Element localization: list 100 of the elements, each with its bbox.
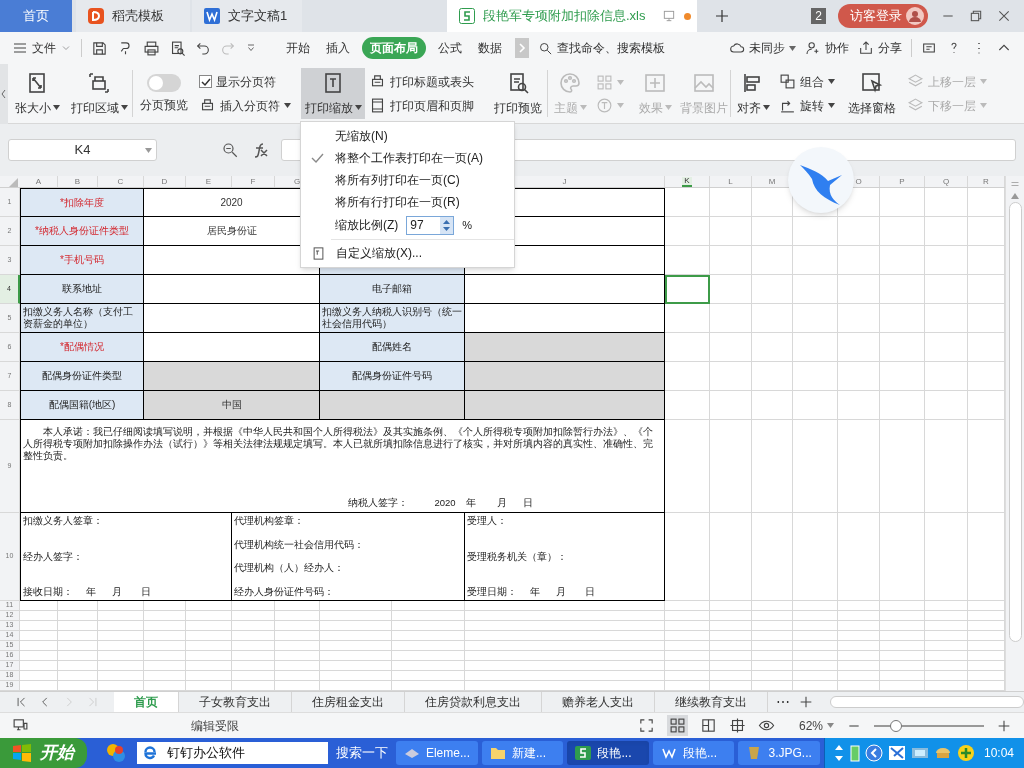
share-icon — [858, 40, 874, 56]
login-button[interactable]: 访客登录 — [838, 4, 928, 28]
ribbon-button[interactable]: 打印标题或表头 — [369, 72, 474, 91]
plus-badge-icon[interactable] — [956, 744, 975, 762]
quick-launch-icon[interactable] — [104, 742, 127, 764]
tab[interactable]: 稻壳模板 — [76, 0, 190, 32]
tab[interactable]: 文字文稿1 — [192, 0, 302, 32]
redo-icon[interactable] — [220, 40, 236, 56]
address-field[interactable]: 钉钉办公软件 — [136, 742, 328, 764]
add-sheet-icon[interactable] — [798, 694, 814, 710]
caret-icon — [617, 102, 624, 108]
caret-icon — [762, 105, 770, 110]
zoom-icon[interactable] — [221, 141, 239, 159]
ribbon-button[interactable]: 组合 — [779, 72, 835, 91]
selected-cell[interactable] — [665, 275, 710, 304]
ribbon-button[interactable]: 对齐 — [731, 68, 775, 119]
header-footer-icon — [369, 97, 386, 114]
column-header[interactable]: P — [897, 177, 907, 186]
ribbon-tab[interactable]: 插入 — [322, 39, 354, 57]
scale-spinner[interactable]: 97 — [406, 215, 455, 235]
scroll-up-arrow[interactable] — [1011, 193, 1019, 199]
tab[interactable]: 段艳军专项附加扣除信息.xls — [447, 0, 697, 32]
name-box[interactable]: K4 — [8, 139, 157, 161]
zoom-slider[interactable] — [874, 719, 984, 732]
print-icon[interactable] — [143, 39, 160, 57]
column-header[interactable]: B — [72, 177, 83, 186]
menu-icon[interactable] — [12, 40, 28, 56]
normal-view-button[interactable] — [666, 715, 688, 736]
form-label: 配偶国籍(地区) — [20, 391, 144, 420]
column-header[interactable]: L — [726, 177, 735, 186]
menu-item[interactable]: 将整个工作表打印在一页(A) — [301, 147, 514, 169]
column-header[interactable]: J — [560, 177, 569, 186]
ribbon-tab[interactable]: 开始 — [282, 39, 314, 57]
column-header[interactable]: M — [766, 177, 778, 186]
avatar-icon — [906, 7, 924, 25]
ribbon-button[interactable]: 选择窗格 — [841, 68, 903, 119]
taskbar-button[interactable]: 新建... — [481, 741, 564, 765]
ribbon-tab[interactable]: 页面布局 — [362, 37, 426, 59]
taskbar-button[interactable]: 段艳... — [567, 741, 649, 765]
scroll-left-button[interactable] — [0, 64, 8, 124]
column-header[interactable]: K — [682, 176, 692, 187]
back-icon[interactable] — [864, 744, 883, 762]
page-break-preview-button[interactable]: 分页预览 — [133, 68, 195, 119]
ribbon-tab[interactable]: 数据 — [474, 39, 506, 57]
new-tab-icon[interactable] — [713, 7, 731, 25]
ribbon-button[interactable]: 插入分页符 — [199, 96, 291, 115]
column-header[interactable]: E — [203, 177, 214, 186]
more-sheets-button[interactable]: ⋯ — [768, 692, 798, 712]
tray-arrows-icon[interactable] — [832, 745, 845, 761]
ribbon-button[interactable]: 打印预览 — [489, 68, 547, 119]
search-button[interactable]: 搜索一下 — [331, 743, 392, 763]
group-icon — [779, 73, 796, 90]
toggle-switch[interactable] — [147, 73, 181, 92]
ribbon-button[interactable]: 张大小 — [8, 68, 66, 119]
page-view-icon[interactable] — [728, 717, 746, 734]
column-header[interactable]: O — [853, 177, 864, 186]
ribbon-button[interactable]: 旋转 — [779, 96, 835, 115]
battery-icon[interactable] — [849, 744, 860, 762]
taskbar-button[interactable]: 3.JPG... — [738, 741, 820, 765]
sheet-tab[interactable]: 首页 — [114, 692, 179, 712]
taskbar-button[interactable]: Eleme... — [395, 741, 478, 765]
file-menu[interactable]: 文件 — [32, 39, 56, 57]
menu-item[interactable]: 将所有列打印在一页(C) — [301, 169, 514, 191]
share-button[interactable]: 分享 — [858, 39, 902, 57]
ribbon-button[interactable]: 打印页眉和页脚 — [369, 96, 474, 115]
restore-icon[interactable] — [968, 8, 984, 24]
checkbox[interactable]: 显示分页符 — [199, 72, 276, 91]
menu-item[interactable]: 无缩放(N) — [301, 125, 514, 147]
column-header[interactable]: F — [248, 177, 258, 186]
first-sheet-icon[interactable] — [14, 695, 28, 709]
window-count-badge[interactable]: 2 — [811, 8, 826, 24]
column-header[interactable]: Q — [940, 177, 952, 186]
page-break-view-icon[interactable] — [699, 717, 717, 734]
slider-thumb[interactable] — [890, 719, 902, 732]
spinner-arrows[interactable] — [440, 216, 454, 234]
ribbon-tab[interactable]: 公式 — [434, 39, 466, 57]
sync-button[interactable]: 未同步 — [729, 39, 796, 57]
column-header[interactable]: A — [33, 177, 44, 186]
column-header[interactable]: G — [291, 177, 303, 186]
horizontal-scrollbar[interactable] — [830, 696, 1024, 708]
zoom-dropdown[interactable]: 62% — [798, 716, 834, 735]
panel-icon[interactable] — [921, 40, 937, 56]
print-preview-icon[interactable] — [169, 39, 186, 57]
tab[interactable]: 首页 — [0, 0, 72, 32]
collaborate-button[interactable]: 协作 — [805, 39, 849, 57]
column-header[interactable]: R — [981, 177, 991, 186]
column-header[interactable]: D — [159, 177, 170, 186]
fullscreen-icon[interactable] — [637, 717, 655, 734]
ribbon-button[interactable]: 打印缩放 — [301, 68, 365, 119]
column-header[interactable]: C — [115, 177, 126, 186]
customize-icon[interactable] — [245, 42, 257, 54]
ribbon-button[interactable]: 打印区域 — [66, 68, 132, 119]
close-icon[interactable] — [996, 8, 1012, 24]
command-search[interactable]: 查找命令、搜索模板 — [538, 39, 665, 57]
start-button[interactable]: 开始 — [0, 738, 87, 768]
save-icon[interactable] — [91, 39, 108, 57]
scroll-right-button[interactable] — [515, 38, 529, 58]
taskbar-button[interactable]: 段艳... — [652, 741, 735, 765]
undo-icon[interactable] — [195, 40, 211, 56]
vertical-scrollbar-thumb[interactable] — [1008, 202, 1022, 642]
